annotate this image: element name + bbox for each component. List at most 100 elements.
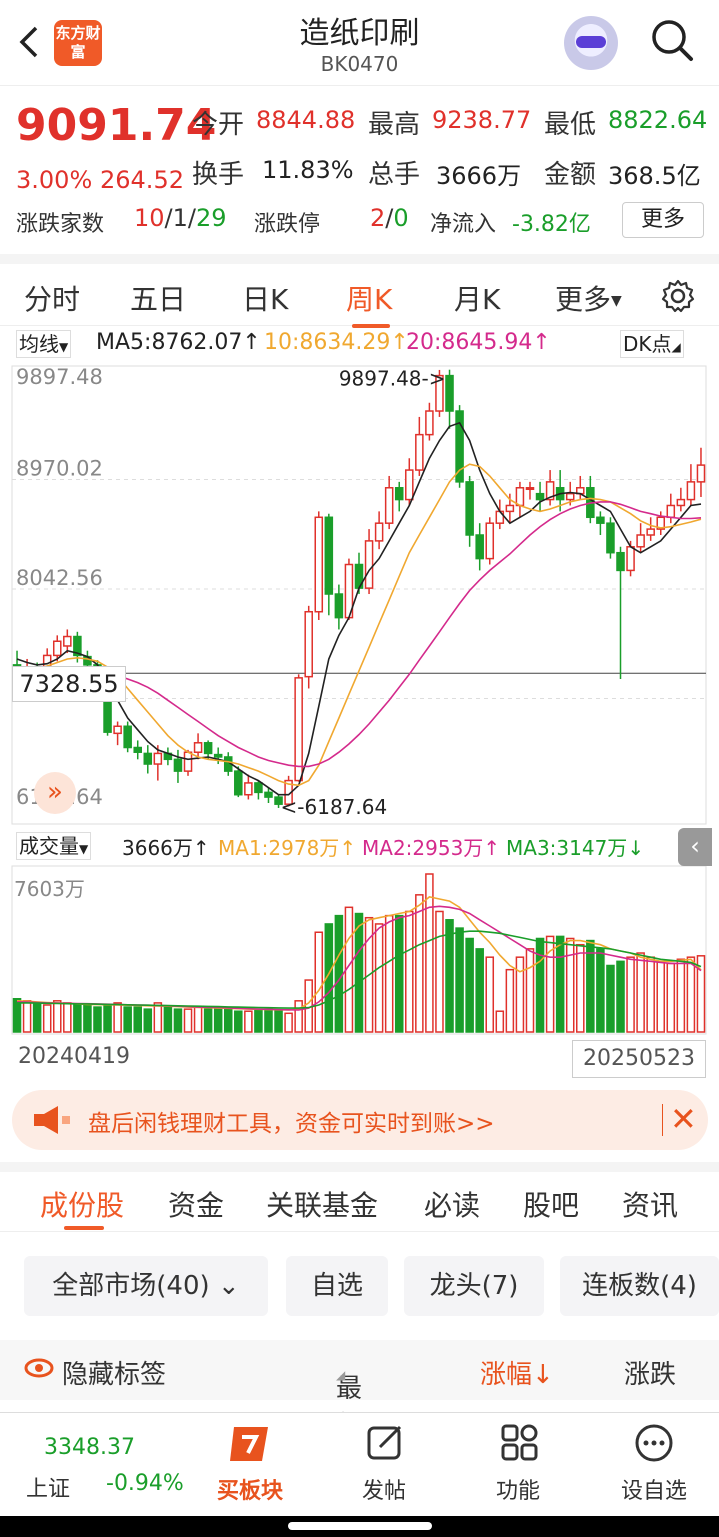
candle-down — [334, 593, 344, 619]
home-indicator — [0, 1516, 719, 1537]
volume-bar-up — [636, 952, 645, 1033]
tab-related-funds[interactable]: 关联基金 — [266, 1184, 378, 1224]
volume-bar-down — [254, 1008, 263, 1033]
post-icon[interactable] — [366, 1423, 406, 1463]
candle-down — [133, 746, 142, 753]
tab-monthly-k[interactable]: 月K — [454, 278, 500, 318]
post-label[interactable]: 发帖 — [334, 1473, 434, 1505]
volume-bar-up — [485, 956, 495, 1033]
tab-must-read[interactable]: 必读 — [424, 1184, 480, 1224]
hide-tags-toggle[interactable]: 隐藏标签 — [62, 1354, 166, 1391]
candle-up — [52, 640, 62, 657]
candle-up — [565, 492, 575, 501]
more-quote-button[interactable]: 更多 — [622, 202, 704, 238]
buy-sector-label[interactable]: 买板块 — [200, 1473, 300, 1505]
volume-bar-up — [63, 1002, 72, 1033]
sort-change[interactable]: 涨跌 — [624, 1354, 676, 1391]
open-label: 今开 — [192, 110, 245, 140]
eye-icon[interactable] — [24, 1356, 54, 1387]
sort-change-pct[interactable]: 涨幅↓ — [480, 1354, 554, 1391]
volume-selector-label: 成交量 — [19, 834, 79, 858]
volume-bar-down — [274, 1010, 283, 1033]
ma-selector-label: 均线 — [19, 332, 59, 356]
volume-bar-up — [435, 910, 444, 1033]
limit-down-count: 0 — [393, 204, 409, 232]
candle-up — [676, 498, 686, 507]
volume-bar-down — [475, 948, 484, 1033]
volume-bar-up — [656, 960, 666, 1033]
expand-arrows-icon[interactable]: » — [34, 772, 76, 814]
ma-legend: 均线▼ MA5:8762.07↑ 10:8634.29↑ 20:8645.94↑… — [0, 328, 719, 362]
start-date: 20240419 — [18, 1044, 130, 1069]
candle-up — [636, 534, 645, 548]
tab-constituents[interactable]: 成份股 — [40, 1184, 124, 1224]
y-tick-label: 8042.56 — [16, 566, 103, 590]
volume-bar-down — [173, 1008, 183, 1033]
vol-ma1: MA1:2978万↑ — [218, 836, 357, 860]
candle-up — [415, 433, 424, 471]
back-arrow-icon[interactable] — [14, 22, 44, 62]
candle-up — [314, 516, 324, 613]
filter-leaders[interactable]: 龙头(7) — [404, 1256, 544, 1316]
gear-icon[interactable] — [660, 278, 696, 314]
updown-count-label: 涨跌家数 — [16, 212, 105, 237]
index-value[interactable]: 3348.37 — [44, 1435, 135, 1460]
tab-five-day[interactable]: 五日 — [130, 278, 186, 318]
ma10-value: 10:8634.29↑ — [264, 330, 409, 355]
tab-more-label: 更多 — [555, 283, 612, 316]
tab-intraday[interactable]: 分时 — [24, 278, 80, 318]
functions-icon[interactable] — [500, 1423, 540, 1463]
buy-sector-icon[interactable] — [228, 1423, 274, 1465]
open-value: 8844.88 — [256, 106, 356, 134]
ai-assistant-icon[interactable] — [564, 16, 618, 70]
promo-banner[interactable]: 盘后闲钱理财工具，资金可实时到账>> ✕ — [12, 1090, 708, 1150]
candle-down — [394, 487, 404, 501]
volume-bar-down — [334, 914, 344, 1033]
banner-divider — [662, 1104, 663, 1136]
add-watchlist-label[interactable]: 设自选 — [604, 1473, 704, 1505]
index-change[interactable]: -0.94% — [106, 1471, 184, 1496]
candle-down — [264, 791, 273, 798]
vol-ma2: MA2:2953万↑ — [362, 836, 501, 860]
volume-selector[interactable]: 成交量▼ — [16, 832, 92, 860]
ma-selector[interactable]: 均线▼ — [16, 330, 72, 358]
candle-up — [364, 540, 374, 589]
volume-bar-up — [113, 1002, 122, 1033]
dk-label: DK点 — [623, 332, 672, 356]
candle-up — [153, 752, 163, 765]
close-icon[interactable]: ✕ — [670, 1100, 697, 1138]
dk-point-button[interactable]: DK点◢ — [620, 330, 684, 358]
market-filter-label: 全部市场(40) — [52, 1271, 210, 1301]
functions-label[interactable]: 功能 — [468, 1473, 568, 1505]
volume-bar-up — [565, 937, 575, 1033]
volume-bar-up — [374, 923, 384, 1033]
candle-up — [304, 610, 313, 678]
tab-daily-k[interactable]: 日K — [242, 278, 288, 318]
tab-more[interactable]: 更多▼ — [555, 278, 622, 318]
turnover-label: 换手 — [192, 160, 245, 190]
volume-bar-down — [73, 1004, 82, 1033]
candle-up — [63, 635, 72, 647]
candle-down — [596, 516, 605, 524]
tab-funds[interactable]: 资金 — [168, 1184, 224, 1224]
caret-down-icon: ▼ — [611, 293, 622, 309]
tab-forum[interactable]: 股吧 — [523, 1184, 579, 1224]
period-tabs: 分时 五日 日K 周K 月K 更多▼ — [0, 254, 719, 328]
tab-news[interactable]: 资讯 — [622, 1184, 678, 1224]
search-icon[interactable] — [650, 18, 694, 62]
change-amount: 264.52 — [100, 166, 184, 194]
tab-weekly-k[interactable]: 周K — [346, 278, 392, 318]
market-filter-dropdown[interactable]: 全部市场(40) ⌄ — [24, 1256, 268, 1316]
list-header: 隐藏标签 最新◢ 涨幅↓ 涨跌 — [0, 1340, 719, 1441]
ma20-value: 20:8645.94↑ — [406, 330, 551, 355]
down-count: 29 — [196, 204, 227, 232]
add-watchlist-icon[interactable] — [634, 1423, 674, 1463]
filter-watchlist[interactable]: 自选 — [286, 1256, 388, 1316]
high-label: 最高 — [368, 110, 421, 140]
volume-bar-down — [354, 912, 364, 1033]
candle-down — [213, 753, 223, 758]
index-name[interactable]: 上证 — [26, 1471, 70, 1503]
volume-bar-down — [12, 997, 22, 1033]
filter-limit-streak[interactable]: 连板数(4) — [560, 1256, 719, 1316]
active-tab-indicator — [64, 1226, 104, 1230]
